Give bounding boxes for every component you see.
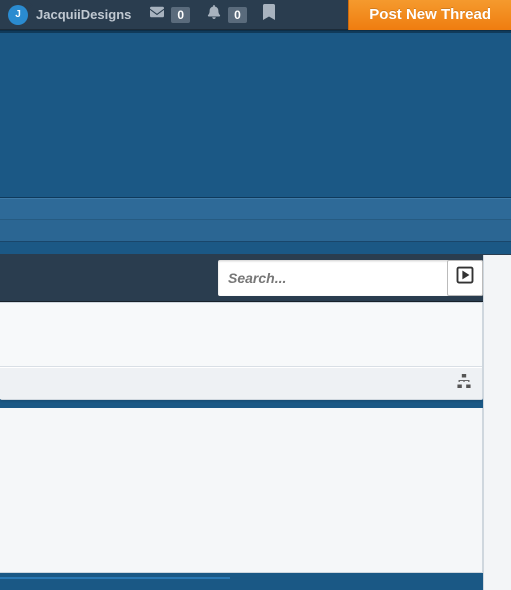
post-new-thread-button[interactable]: Post New Thread bbox=[348, 0, 511, 30]
subnav-strip-upper bbox=[0, 198, 511, 220]
search-row bbox=[0, 254, 511, 302]
underline-accent bbox=[0, 577, 230, 579]
bookmark-icon bbox=[263, 4, 275, 25]
alerts-count-badge: 0 bbox=[228, 7, 247, 23]
spacer-strip bbox=[0, 242, 511, 254]
card-header bbox=[0, 303, 482, 367]
search-box bbox=[218, 260, 483, 296]
bookmarks-button[interactable] bbox=[263, 4, 275, 25]
page-right-gutter bbox=[483, 255, 511, 590]
content-body bbox=[0, 408, 483, 573]
sitemap-icon[interactable] bbox=[456, 374, 472, 393]
bell-icon bbox=[206, 5, 222, 24]
envelope-icon bbox=[149, 5, 165, 24]
username[interactable]: JacquiiDesigns bbox=[36, 7, 131, 22]
messages-count-badge: 0 bbox=[171, 7, 190, 23]
content-card bbox=[0, 302, 483, 400]
top-nav-bar: J JacquiiDesigns 0 0 Post New Thread bbox=[0, 0, 511, 30]
hero-area bbox=[0, 30, 511, 198]
alerts-button[interactable]: 0 bbox=[206, 5, 247, 24]
card-toolbar bbox=[0, 367, 482, 399]
subnav-strip-lower bbox=[0, 220, 511, 242]
messages-button[interactable]: 0 bbox=[149, 5, 190, 24]
avatar[interactable]: J bbox=[8, 5, 28, 25]
search-input[interactable] bbox=[218, 260, 447, 296]
avatar-initial: J bbox=[15, 9, 21, 20]
search-submit-button[interactable] bbox=[447, 260, 483, 296]
play-square-icon bbox=[456, 266, 474, 289]
